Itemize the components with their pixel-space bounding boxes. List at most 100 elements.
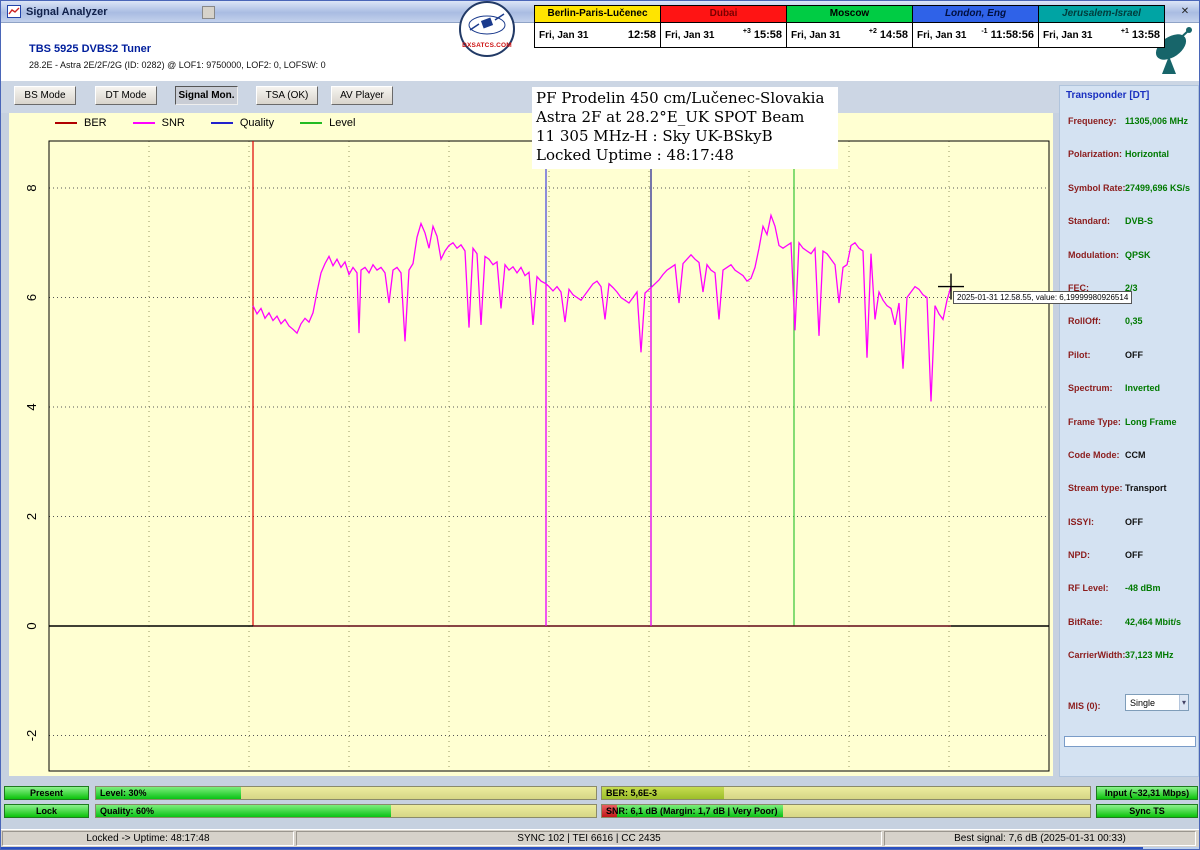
logo-text: DXSATCS.COM [461,42,513,49]
info-block: PF Prodelin 450 cm/Lučenec-Slovakia Astr… [532,87,838,169]
param-label: Standard: [1068,216,1110,226]
clock-time: 14:58 [880,29,908,41]
legend-line-icon [133,122,155,124]
tab-bs-mode[interactable]: BS Mode [14,86,76,105]
tuner-name: TBS 5925 DVBS2 Tuner [29,43,151,55]
y-tick-label: -2 [24,730,39,742]
y-tick-label: 8 [24,184,39,191]
param-label: Modulation: [1068,250,1119,260]
transponder-row: Code Mode: CCM [1060,446,1198,479]
chart-tooltip: 2025-01-31 12.58.55, value: 6,1999998092… [953,291,1132,304]
legend-line-icon [300,122,322,124]
y-tick-label: 0 [24,622,39,629]
snr-bar: SNR: 6,1 dB (Margin: 1,7 dB | Very Poor) [601,804,1091,818]
legend-snr: SNR [133,117,185,129]
present-label: Present [30,788,63,798]
param-label: Spectrum: [1068,383,1113,393]
transponder-rows: Frequency: 11305,006 MHz Polarization:Hori… [1060,112,1198,680]
clock-jerusalem-israel: Jerusalem-IsraelFri, Jan 31+113:58 [1039,5,1165,48]
clock-time-row: Fri, Jan 31 +214:58 [787,23,912,47]
param-value: DVB-S [1125,216,1153,226]
mis-label: MIS (0): [1068,701,1101,711]
clock-offset: +3 [743,28,751,35]
clock-city-label: Dubai [661,6,786,23]
transponder-row: Frequency: 11305,006 MHz [1060,112,1198,145]
lock-label: Lock [36,806,57,816]
transponder-row: RollOff:0,35 [1060,312,1198,345]
lock-indicator: Lock [4,804,89,818]
clock-berlin-paris-lu-enec: Berlin-Paris-LučenecFri, Jan 3112:58 [535,5,661,48]
clock-offset: +1 [1121,28,1129,35]
status-sync-counters: SYNC 102 | TEI 6616 | CC 2435 [296,831,882,846]
param-value: -48 dBm [1125,583,1161,593]
legend-label: Quality [240,117,274,129]
sync-ts-label: Sync TS [1129,806,1165,816]
statusbar: Locked -> Uptime: 48:17:48 SYNC 102 | TE… [1,829,1200,847]
mis-select[interactable]: Single ▾ [1125,694,1189,711]
param-value: Long Frame [1125,417,1177,427]
clock-date: Fri, Jan 31 [791,30,840,41]
tab-tsa-ok[interactable]: TSA (OK) [256,86,318,105]
legend-quality: Quality [211,117,274,129]
quality-label: Quality: 60% [100,805,154,817]
legend-label: SNR [162,117,185,129]
chevron-down-icon: ▾ [1179,695,1188,710]
clock-dubai: Dubai Fri, Jan 31 +315:58 [661,5,787,48]
info-line-frequency: 11 305 MHz-H : Sky UK-BSkyB [536,127,824,146]
signal-chart[interactable]: 86420-2 [9,113,1053,776]
param-value: 37,123 MHz [1125,650,1174,660]
param-label: Code Mode: [1068,450,1120,460]
y-tick-label: 4 [24,403,39,410]
clock-time: 11:58:56 [991,29,1034,41]
status-uptime: Locked -> Uptime: 48:17:48 [2,831,294,846]
y-tick-label: 6 [24,294,39,301]
param-label: Frequency: [1068,116,1117,126]
satellite-logo-icon [466,8,508,42]
status-best-signal: Best signal: 7,6 dB (2025-01-31 00:33) [884,831,1196,846]
input-label: Input (~32,31 Mbps) [1105,788,1189,798]
param-label: Pilot: [1068,350,1091,360]
tab-av-player[interactable]: AV Player [331,86,393,105]
param-value: 42,464 Mbit/s [1125,617,1181,627]
transponder-row: Pilot:OFF [1060,346,1198,379]
chart-panel: BERSNRQualityLevel 86420-2 [9,113,1053,776]
legend-line-icon [55,122,77,124]
clock-time: 12:58 [628,29,656,41]
param-value: 27499,696 KS/s [1125,183,1190,193]
clock-offset: -1 [981,28,987,35]
snr-trace [253,215,951,401]
param-value: 11305,006 MHz [1125,116,1188,126]
sync-ts-indicator: Sync TS [1096,804,1198,818]
clock-time-row: Fri, Jan 31+113:58 [1039,23,1164,47]
transponder-row: Polarization:Horizontal [1060,145,1198,178]
close-button[interactable]: ✕ [1177,5,1193,19]
titlebar-small-button[interactable] [202,6,215,19]
legend-ber: BER [55,117,107,129]
param-label: Symbol Rate: [1068,183,1126,193]
clock-london-eng: London, EngFri, Jan 31-111:58:56 [913,5,1039,48]
param-value: QPSK [1125,250,1151,260]
clock-city-label: London, Eng [913,6,1038,23]
clock-time-row: Fri, Jan 31-111:58:56 [913,23,1038,47]
transponder-row: BitRate:42,464 Mbit/s [1060,613,1198,646]
tab-signal-mon[interactable]: Signal Mon. [175,86,238,105]
transponder-row: Spectrum: Inverted [1060,379,1198,412]
ber-bar: BER: 5,6E-3 [601,786,1091,800]
clock-time: 15:58 [754,29,782,41]
clock-offset: +2 [869,28,877,35]
legend-label: BER [84,117,107,129]
clock-city-label: Jerusalem-Israel [1039,6,1164,23]
clock-city-label: Berlin-Paris-Lučenec [535,6,660,23]
transponder-row: Frame Type:Long Frame [1060,413,1198,446]
param-label: Stream type: [1068,483,1123,493]
legend-label: Level [329,117,355,129]
dxsatcs-logo: DXSATCS.COM [459,1,515,57]
info-line-uptime: Locked Uptime : 48:17:48 [536,146,824,165]
param-value: Inverted [1125,383,1160,393]
param-label: CarrierWidth: [1068,650,1125,660]
param-value: CCM [1125,450,1146,460]
tab-dt-mode[interactable]: DT Mode [95,86,157,105]
clock-time-row: Fri, Jan 31 +315:58 [661,23,786,47]
clock-date: Fri, Jan 31 [665,30,714,41]
transponder-row: ISSYI:OFF [1060,513,1198,546]
